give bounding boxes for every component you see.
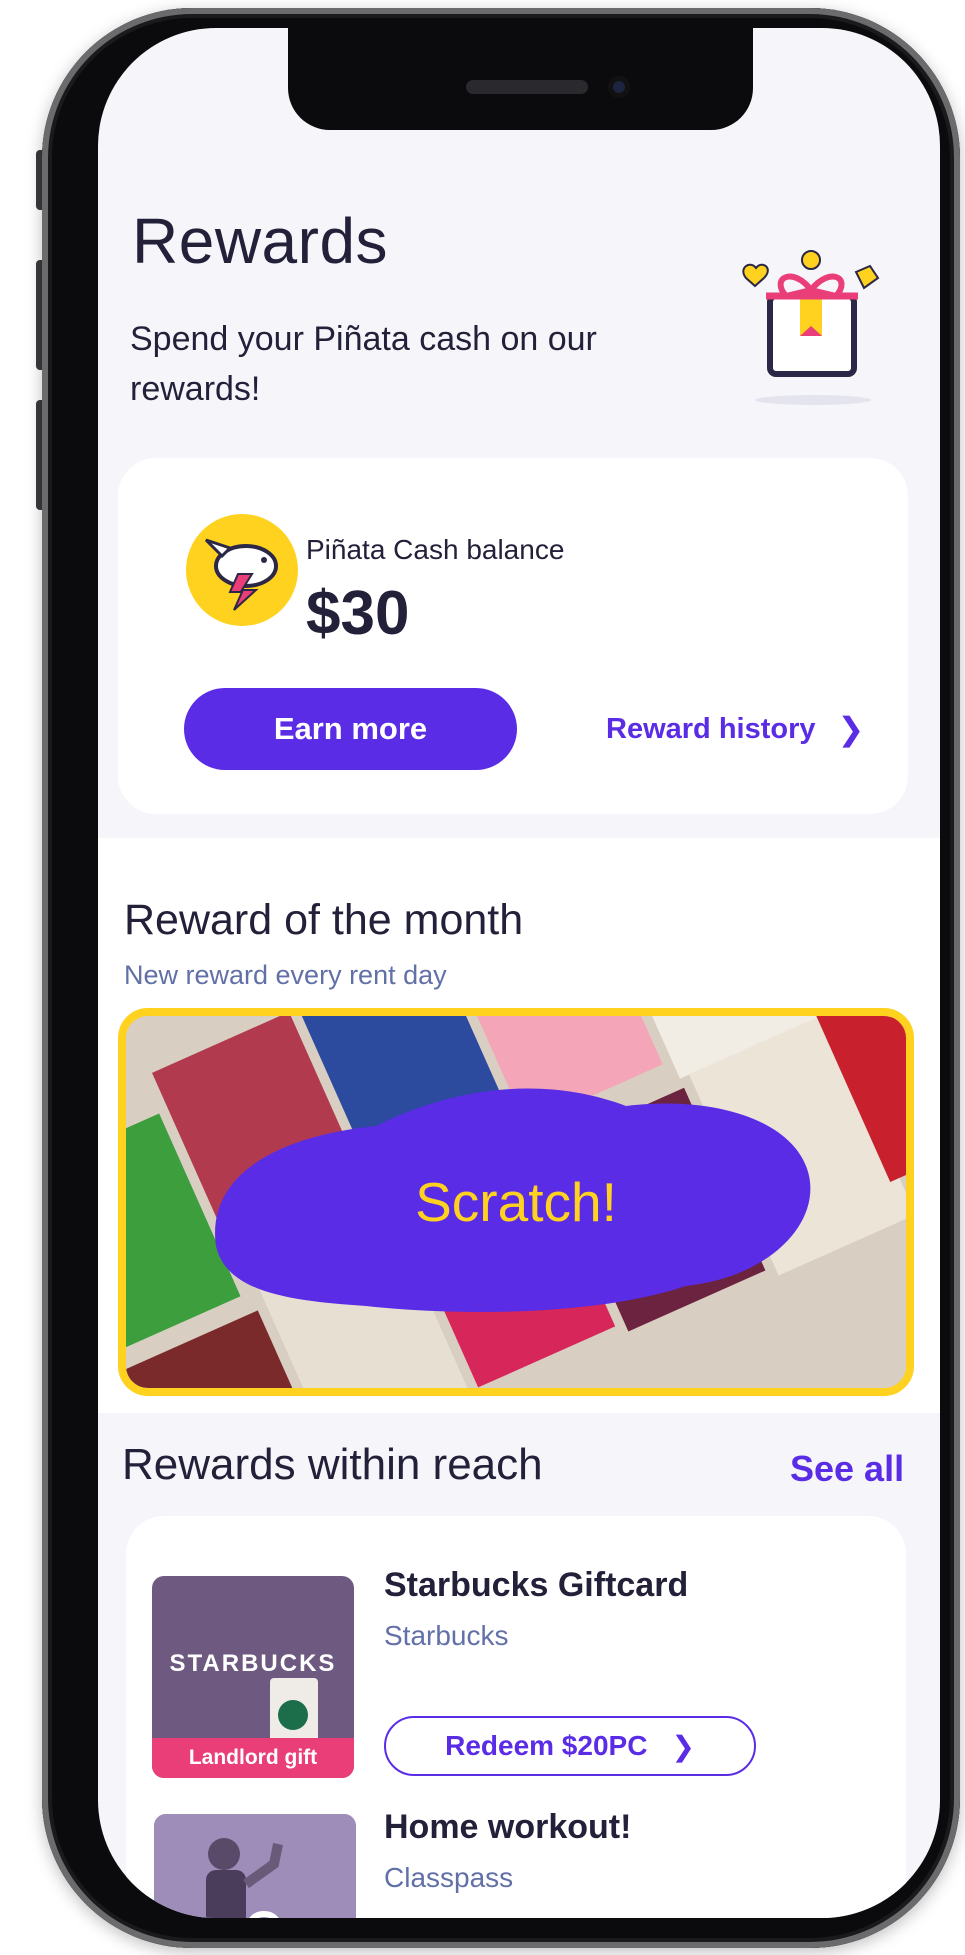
section-title: Reward of the month (124, 896, 524, 944)
chevron-right-icon: ❯ (837, 711, 865, 747)
balance-amount: $30 (306, 579, 410, 648)
rewards-within-reach-title: Rewards within reach (122, 1440, 543, 1489)
speaker (466, 80, 588, 94)
pinata-coin-icon (186, 514, 298, 626)
starbucks-thumbnail[interactable]: STARBUCKS Landlord gift (152, 1576, 354, 1778)
starbucks-wordmark: STARBUCKS (169, 1650, 337, 1677)
notch (288, 28, 753, 130)
redeem-button[interactable]: Redeem $20PC ❯ (384, 1716, 756, 1776)
reward-brand: Classpass (384, 1862, 514, 1893)
section-subtitle: New reward every rent day (124, 960, 447, 990)
classpass-thumbnail[interactable] (154, 1814, 356, 1918)
rewards-list-card: STARBUCKS Landlord gift Starbucks Giftca… (126, 1516, 906, 1918)
redeem-label: Redeem $20PC (445, 1730, 648, 1761)
workout-photo (154, 1814, 356, 1918)
app-screen: Rewards Spend your Piñata cash on our re… (98, 28, 940, 1918)
gift-icon (742, 250, 880, 405)
scratch-card[interactable]: Scratch! (118, 1008, 914, 1396)
see-all-link[interactable]: See all (790, 1448, 904, 1490)
reward-of-month-section: Reward of the month New reward every ren… (98, 838, 940, 1413)
earn-more-button[interactable]: Earn more (184, 688, 517, 770)
page-subtitle: Spend your Piñata cash on our rewards! (130, 320, 597, 408)
chevron-right-icon: ❯ (671, 1730, 695, 1762)
reward-history-link[interactable]: Reward history ❯ (606, 710, 864, 748)
reward-title[interactable]: Starbucks Giftcard (384, 1566, 688, 1605)
reward-brand: Starbucks (384, 1620, 509, 1651)
camera (608, 76, 630, 98)
landlord-gift-badge: Landlord gift (152, 1738, 354, 1778)
balance-card: Piñata Cash balance $30 Earn more Reward… (118, 458, 908, 814)
scratch-label: Scratch! (415, 1171, 617, 1233)
reward-history-label: Reward history (606, 712, 816, 745)
balance-label: Piñata Cash balance (306, 534, 565, 565)
reward-title[interactable]: Home workout! (384, 1808, 631, 1847)
page-title: Rewards (132, 205, 389, 277)
starbucks-logo-icon (278, 1700, 308, 1730)
